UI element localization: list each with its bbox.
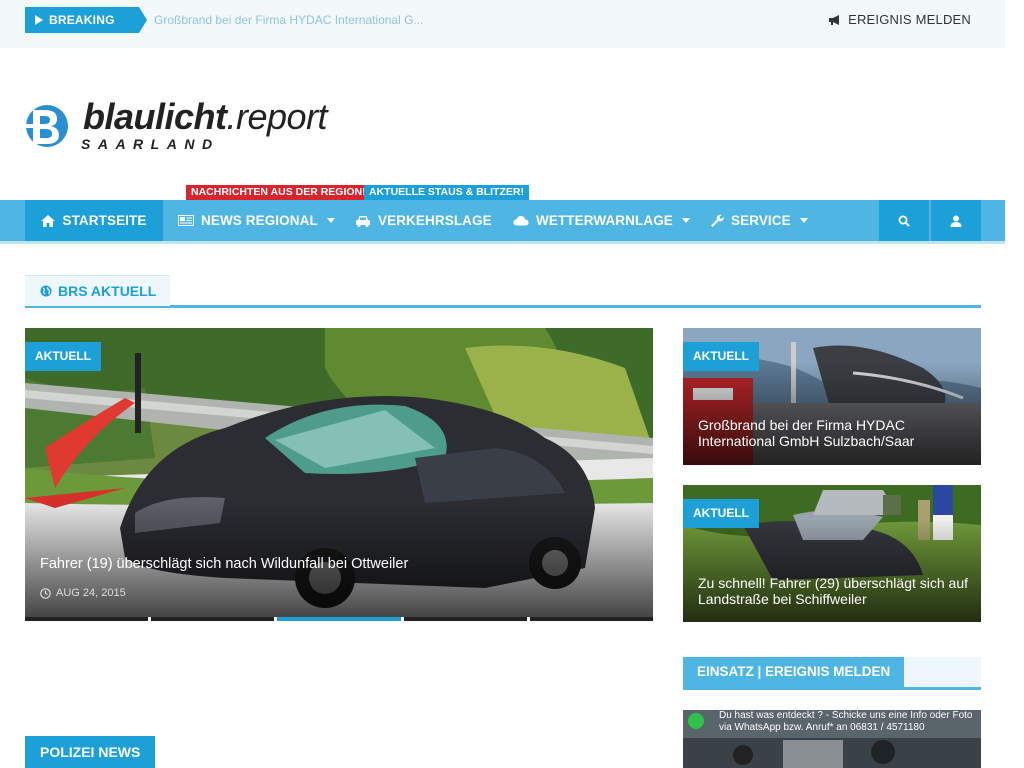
side-story-title[interactable]: Zu schnell! Fahrer (29) überschlägt sich… [698,575,973,607]
sidebar-header-title[interactable]: EINSATZ | EREIGNIS MELDEN [683,657,905,687]
image-gradient [683,362,981,465]
category-tag[interactable]: AKTUELL [683,342,759,371]
chevron-down-icon [681,218,690,223]
cloud-icon [513,216,529,226]
nav-item-news-regional[interactable]: NEWS REGIONAL [178,200,335,241]
breaking-news-ticker[interactable]: Großbrand bei der Firma HYDAC Internatio… [154,13,434,27]
whatsapp-banner[interactable]: Du hast was entdeckt ? - Schicke uns ein… [683,710,981,768]
side-story-card[interactable]: AKTUELL Großbrand bei der Firma HYDAC In… [683,328,981,465]
logo-mark-icon [25,105,68,147]
sidebar-header-einsatz: EINSATZ | EREIGNIS MELDEN [683,657,981,690]
nav-item-wetterwarnlage-label: WETTERWARNLAGE [536,213,673,228]
nav-item-verkehrslage[interactable]: VERKEHRSLAGE [355,200,492,241]
logo-wordmark-light: .report [226,96,328,137]
whatsapp-icon [688,713,704,729]
category-tag[interactable]: AKTUELL [683,499,759,528]
search-icon [898,215,910,227]
logo-subtitle: SAARLAND [81,136,220,152]
section-header-polizei-news[interactable]: POLIZEI NEWS [25,736,156,768]
user-icon [950,215,962,227]
breaking-label: BREAKING [25,7,147,33]
main-story-card[interactable]: AKTUELL Fahrer (19) überschlägt sich nac… [25,328,653,617]
slider-dot[interactable] [529,617,654,621]
nav-item-service[interactable]: SERVICE [710,200,808,241]
nav-item-service-label: SERVICE [731,213,791,228]
section-title: BRS AKTUELL [58,283,157,299]
section-tab: BRS AKTUELL [25,275,171,306]
user-button[interactable] [931,200,981,241]
report-event-label: EREIGNIS MELDEN [848,12,971,27]
main-navigation: STARTSEITE NEWS REGIONAL VERKEHRSLAGE WE… [0,200,1005,244]
wrench-icon [711,214,724,227]
clock-icon [40,587,51,599]
nav-item-verkehrslage-label: VERKEHRSLAGE [378,213,492,228]
logo-wordmark: blaulicht.report [83,96,328,138]
side-story-card[interactable]: AKTUELL Zu schnell! Fahrer (29) überschl… [683,485,981,622]
logo-wordmark-bold: blaulicht [83,96,227,137]
chevron-down-icon [326,218,335,223]
main-story-date: AUG 24, 2015 [40,587,126,599]
nav-item-startseite-label: STARTSEITE [62,213,147,228]
search-button[interactable] [879,200,929,241]
breaking-label-text: BREAKING [49,13,115,27]
nav-badge-traffic: AKTUELLE STAUS & BLITZER! [364,185,529,204]
home-icon [41,214,56,227]
category-tag[interactable]: AKTUELL [25,342,101,371]
car-icon [356,215,370,227]
nav-item-news-regional-label: NEWS REGIONAL [201,213,318,228]
top-bar: BREAKING Großbrand bei der Firma HYDAC I… [0,0,1005,48]
slider-dot[interactable] [25,617,149,621]
report-event-link[interactable]: EREIGNIS MELDEN [828,12,971,27]
nav-item-startseite[interactable]: STARTSEITE [25,200,163,241]
slider-pagination [25,617,654,621]
site-logo[interactable]: blaulicht.report SAARLAND [25,96,345,156]
chevron-down-icon [799,218,808,223]
side-story-title[interactable]: Großbrand bei der Firma HYDAC Internatio… [698,417,968,449]
nav-item-wetterwarnlage[interactable]: WETTERWARNLAGE [513,200,690,241]
nav-badge-region: NACHRICHTEN AUS DER REGION! [186,185,371,200]
globe-icon [40,285,52,297]
slider-dot[interactable] [403,617,527,621]
megaphone-icon [829,14,840,25]
main-story-date-text: AUG 24, 2015 [56,587,126,599]
slider-dot[interactable] [151,617,275,621]
main-story-title[interactable]: Fahrer (19) überschlägt sich nach Wildun… [40,556,408,572]
newspaper-icon [178,215,194,226]
slider-dot-active[interactable] [277,617,401,621]
whatsapp-text: Du hast was entdeckt ? - Schicke uns ein… [719,710,973,733]
play-icon [35,15,43,25]
section-header-brs-aktuell: BRS AKTUELL [25,275,981,308]
